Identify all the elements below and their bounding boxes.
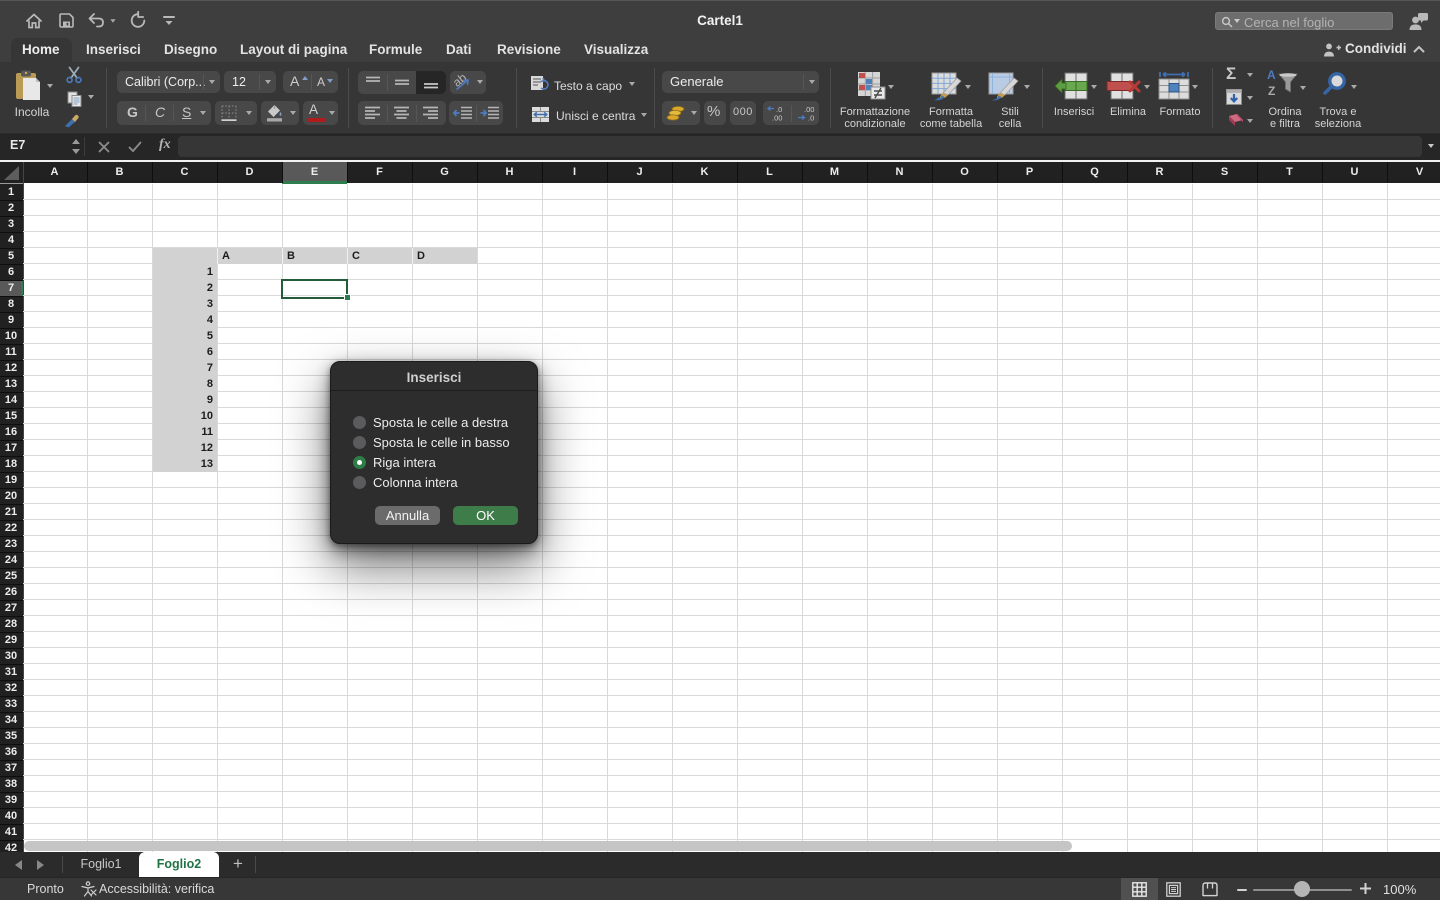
- svg-text:.0: .0: [808, 114, 814, 123]
- svg-text:.00: .00: [772, 114, 782, 123]
